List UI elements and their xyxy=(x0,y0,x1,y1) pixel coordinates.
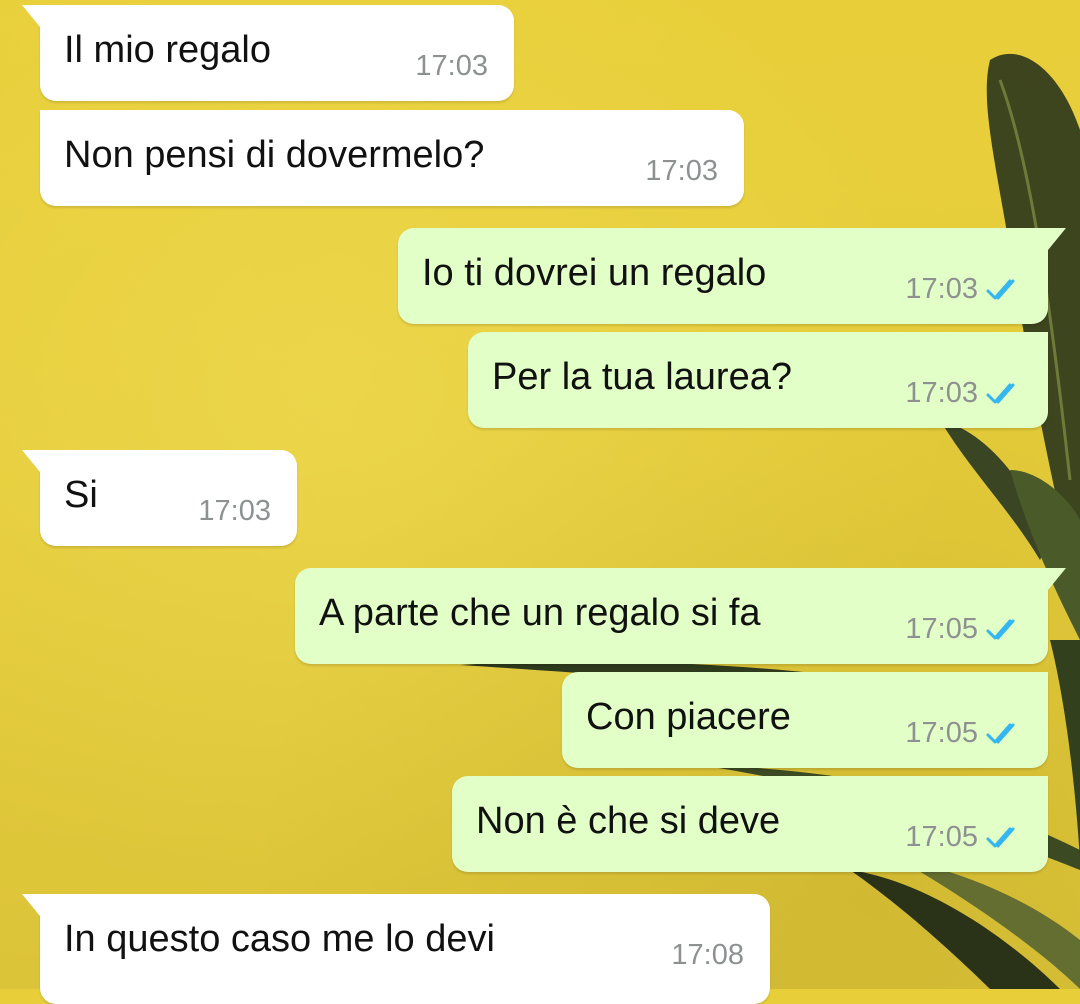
double-check-icon xyxy=(986,383,1015,403)
message-bubble-outgoing[interactable]: A parte che un regalo si fa 17:05 xyxy=(295,568,1066,664)
message-text: Si xyxy=(64,474,98,516)
message-text: Non è che si deve xyxy=(476,800,781,842)
message-text: Con piacere xyxy=(586,696,791,738)
double-check-icon xyxy=(986,619,1015,639)
message-time: 17:03 xyxy=(645,155,718,187)
message-meta: 17:03 xyxy=(645,155,718,188)
message-text: Il mio regalo xyxy=(64,29,271,71)
message-meta: 17:03 xyxy=(905,273,1022,306)
double-check-icon xyxy=(986,279,1015,299)
message-time: 17:05 xyxy=(905,717,978,749)
message-meta: 17:03 xyxy=(198,495,271,528)
message-time: 17:03 xyxy=(415,50,488,82)
message-text: A parte che un regalo si fa xyxy=(319,592,761,634)
message-bubble-incoming[interactable]: Il mio regalo 17:03 xyxy=(22,5,514,101)
message-text: Non pensi di dovermelo? xyxy=(64,134,485,176)
message-meta: 17:05 xyxy=(905,717,1022,750)
message-meta: 17:03 xyxy=(415,50,488,83)
message-text: In questo caso me lo devi xyxy=(64,918,495,960)
message-text: Per la tua laurea? xyxy=(492,356,792,398)
message-bubble-outgoing[interactable]: Per la tua laurea? 17:03 xyxy=(468,332,1048,428)
message-bubble-outgoing[interactable]: Io ti dovrei un regalo 17:03 xyxy=(398,228,1066,324)
message-time: 17:05 xyxy=(905,821,978,853)
message-time: 17:03 xyxy=(905,273,978,305)
double-check-icon xyxy=(986,723,1015,743)
message-meta: 17:08 xyxy=(671,939,744,972)
message-bubble-outgoing[interactable]: Non è che si deve 17:05 xyxy=(452,776,1048,872)
message-meta: 17:05 xyxy=(905,821,1022,854)
message-text: Io ti dovrei un regalo xyxy=(422,252,767,294)
double-check-icon xyxy=(986,827,1015,847)
message-time: 17:08 xyxy=(671,939,744,971)
message-meta: 17:05 xyxy=(905,613,1022,646)
message-bubble-incoming[interactable]: Non pensi di dovermelo? 17:03 xyxy=(40,110,744,206)
message-bubble-outgoing[interactable]: Con piacere 17:05 xyxy=(562,672,1048,768)
message-bubble-incoming[interactable]: In questo caso me lo devi 17:08 xyxy=(22,894,770,1004)
message-time: 17:05 xyxy=(905,613,978,645)
message-bubble-incoming[interactable]: Si 17:03 xyxy=(22,450,297,546)
message-time: 17:03 xyxy=(198,495,271,527)
message-time: 17:03 xyxy=(905,377,978,409)
message-meta: 17:03 xyxy=(905,377,1022,410)
